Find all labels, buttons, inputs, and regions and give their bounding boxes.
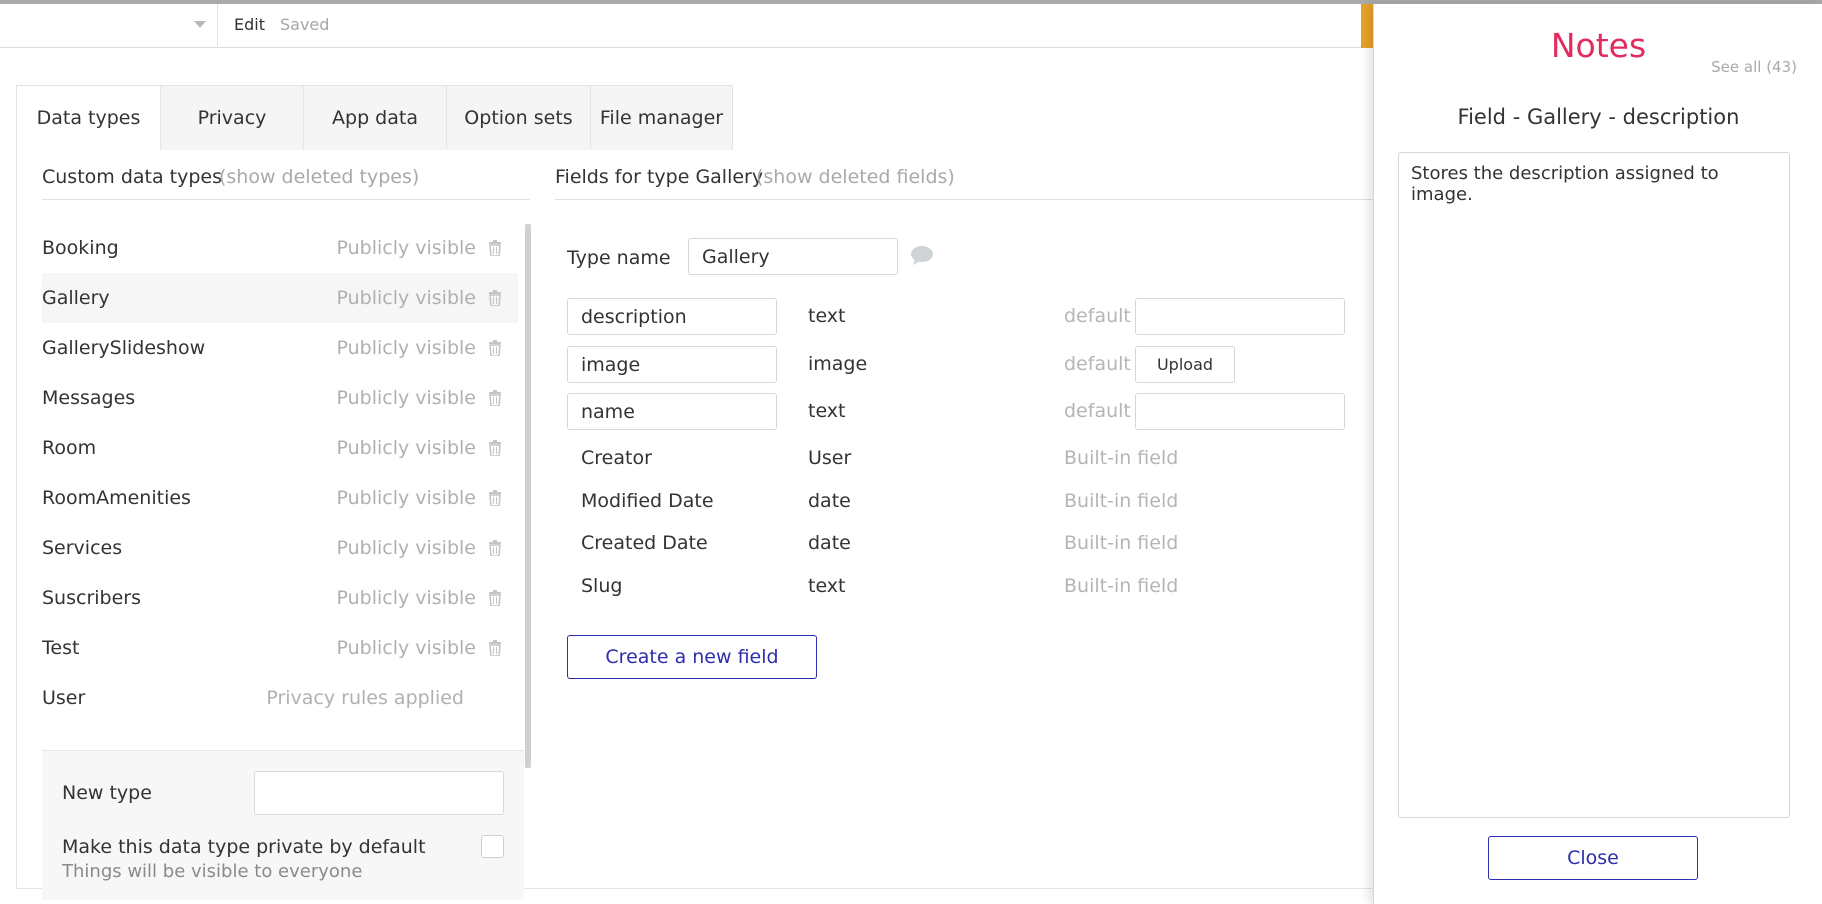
tab-data-types[interactable]: Data types xyxy=(17,86,161,150)
default-input-name[interactable] xyxy=(1135,393,1345,430)
type-name: Room xyxy=(42,437,97,459)
type-row-gallery[interactable]: Gallery Publicly visible xyxy=(42,273,518,323)
type-visibility: Privacy rules applied xyxy=(266,687,464,709)
builtin-field-type: date xyxy=(808,532,851,554)
type-name: Messages xyxy=(42,387,136,409)
builtin-field-name: Created Date xyxy=(581,532,708,554)
field-name-input-image[interactable]: image xyxy=(567,346,777,383)
comment-icon[interactable] xyxy=(910,245,934,265)
type-name: Booking xyxy=(42,237,119,259)
type-visibility: Publicly visible xyxy=(336,337,476,359)
fields-divider xyxy=(555,199,1373,200)
trash-icon[interactable] xyxy=(488,390,502,406)
default-label: default xyxy=(1064,353,1131,375)
new-type-panel: New type Make this data type private by … xyxy=(42,750,524,900)
builtin-field-type: User xyxy=(808,447,852,469)
default-label: default xyxy=(1064,305,1131,327)
accent-tab[interactable] xyxy=(1361,4,1373,48)
type-name: RoomAmenities xyxy=(42,487,191,509)
type-row-galleryslideshow[interactable]: GallerySlideshow Publicly visible xyxy=(42,323,518,373)
upload-button[interactable]: Upload xyxy=(1135,346,1235,383)
type-row-room[interactable]: Room Publicly visible xyxy=(42,423,518,473)
type-visibility: Publicly visible xyxy=(336,387,476,409)
custom-types-divider xyxy=(42,199,530,200)
type-name-label: Type name xyxy=(567,247,671,269)
type-list: Booking Publicly visible Gallery Publicl… xyxy=(42,223,518,723)
create-new-field-button[interactable]: Create a new field xyxy=(567,635,817,679)
type-visibility: Publicly visible xyxy=(336,537,476,559)
topbar-divider xyxy=(217,4,218,48)
type-row-roomamenities[interactable]: RoomAmenities Publicly visible xyxy=(42,473,518,523)
trash-icon[interactable] xyxy=(488,440,502,456)
see-all-notes-link[interactable]: See all (43) xyxy=(1711,58,1797,76)
private-default-hint: Things will be visible to everyone xyxy=(62,861,363,882)
trash-icon[interactable] xyxy=(488,590,502,606)
tab-app-data[interactable]: App data xyxy=(304,86,447,150)
fields-title: Fields for type Gallery xyxy=(555,166,764,188)
data-tabs: Data types Privacy App data Option sets … xyxy=(16,85,733,150)
default-input-description[interactable] xyxy=(1135,298,1345,335)
field-name-input-description[interactable]: description xyxy=(567,298,777,335)
type-name: Gallery xyxy=(42,287,110,309)
show-deleted-fields-link[interactable]: (show deleted fields) xyxy=(756,166,955,188)
type-row-user[interactable]: User Privacy rules applied xyxy=(42,673,518,723)
type-visibility: Publicly visible xyxy=(336,237,476,259)
builtin-field-name: Creator xyxy=(581,447,652,469)
trash-icon[interactable] xyxy=(488,540,502,556)
notes-panel: Notes See all (43) Field - Gallery - des… xyxy=(1373,4,1822,904)
close-button[interactable]: Close xyxy=(1488,836,1698,880)
builtin-field-tag: Built-in field xyxy=(1064,447,1179,469)
type-visibility: Publicly visible xyxy=(336,587,476,609)
field-type-description[interactable]: text xyxy=(808,305,846,327)
type-name: Suscribers xyxy=(42,587,141,609)
edit-menu[interactable]: Edit xyxy=(234,15,265,34)
type-visibility: Publicly visible xyxy=(336,637,476,659)
type-name: Test xyxy=(42,637,80,659)
trash-icon[interactable] xyxy=(488,640,502,656)
type-name: User xyxy=(42,687,86,709)
builtin-field-tag: Built-in field xyxy=(1064,575,1179,597)
new-type-input[interactable] xyxy=(254,771,504,815)
type-row-messages[interactable]: Messages Publicly visible xyxy=(42,373,518,423)
private-default-checkbox[interactable] xyxy=(481,835,504,858)
tab-file-manager[interactable]: File manager xyxy=(591,86,732,150)
builtin-field-type: text xyxy=(808,575,846,597)
show-deleted-types-link[interactable]: (show deleted types) xyxy=(219,166,419,188)
trash-icon[interactable] xyxy=(488,490,502,506)
field-name-input-name[interactable]: name xyxy=(567,393,777,430)
note-textarea[interactable]: Stores the description assigned to image… xyxy=(1398,152,1790,818)
field-type-name[interactable]: text xyxy=(808,400,846,422)
trash-icon[interactable] xyxy=(488,290,502,306)
type-visibility: Publicly visible xyxy=(336,487,476,509)
new-type-label: New type xyxy=(62,782,152,804)
tab-privacy[interactable]: Privacy xyxy=(161,86,304,150)
type-name: Services xyxy=(42,537,123,559)
builtin-field-tag: Built-in field xyxy=(1064,490,1179,512)
type-row-test[interactable]: Test Publicly visible xyxy=(42,623,518,673)
builtin-field-name: Modified Date xyxy=(581,490,714,512)
default-label: default xyxy=(1064,400,1131,422)
type-row-services[interactable]: Services Publicly visible xyxy=(42,523,518,573)
type-row-suscribers[interactable]: Suscribers Publicly visible xyxy=(42,573,518,623)
field-type-image[interactable]: image xyxy=(808,353,867,375)
type-name: GallerySlideshow xyxy=(42,337,206,359)
builtin-field-name: Slug xyxy=(581,575,623,597)
private-default-label: Make this data type private by default xyxy=(62,836,426,858)
tab-option-sets[interactable]: Option sets xyxy=(447,86,591,150)
type-name-input[interactable]: Gallery xyxy=(688,238,898,275)
trash-icon[interactable] xyxy=(488,240,502,256)
custom-types-title: Custom data types xyxy=(42,166,223,188)
type-row-booking[interactable]: Booking Publicly visible xyxy=(42,223,518,273)
trash-icon[interactable] xyxy=(488,340,502,356)
page-dropdown-caret-icon[interactable] xyxy=(194,21,206,28)
type-list-scrollbar[interactable] xyxy=(525,224,531,768)
type-visibility: Publicly visible xyxy=(336,287,476,309)
type-visibility: Publicly visible xyxy=(336,437,476,459)
save-status: Saved xyxy=(280,15,330,34)
builtin-field-type: date xyxy=(808,490,851,512)
builtin-field-tag: Built-in field xyxy=(1064,532,1179,554)
note-heading: Field - Gallery - description xyxy=(1457,105,1740,129)
